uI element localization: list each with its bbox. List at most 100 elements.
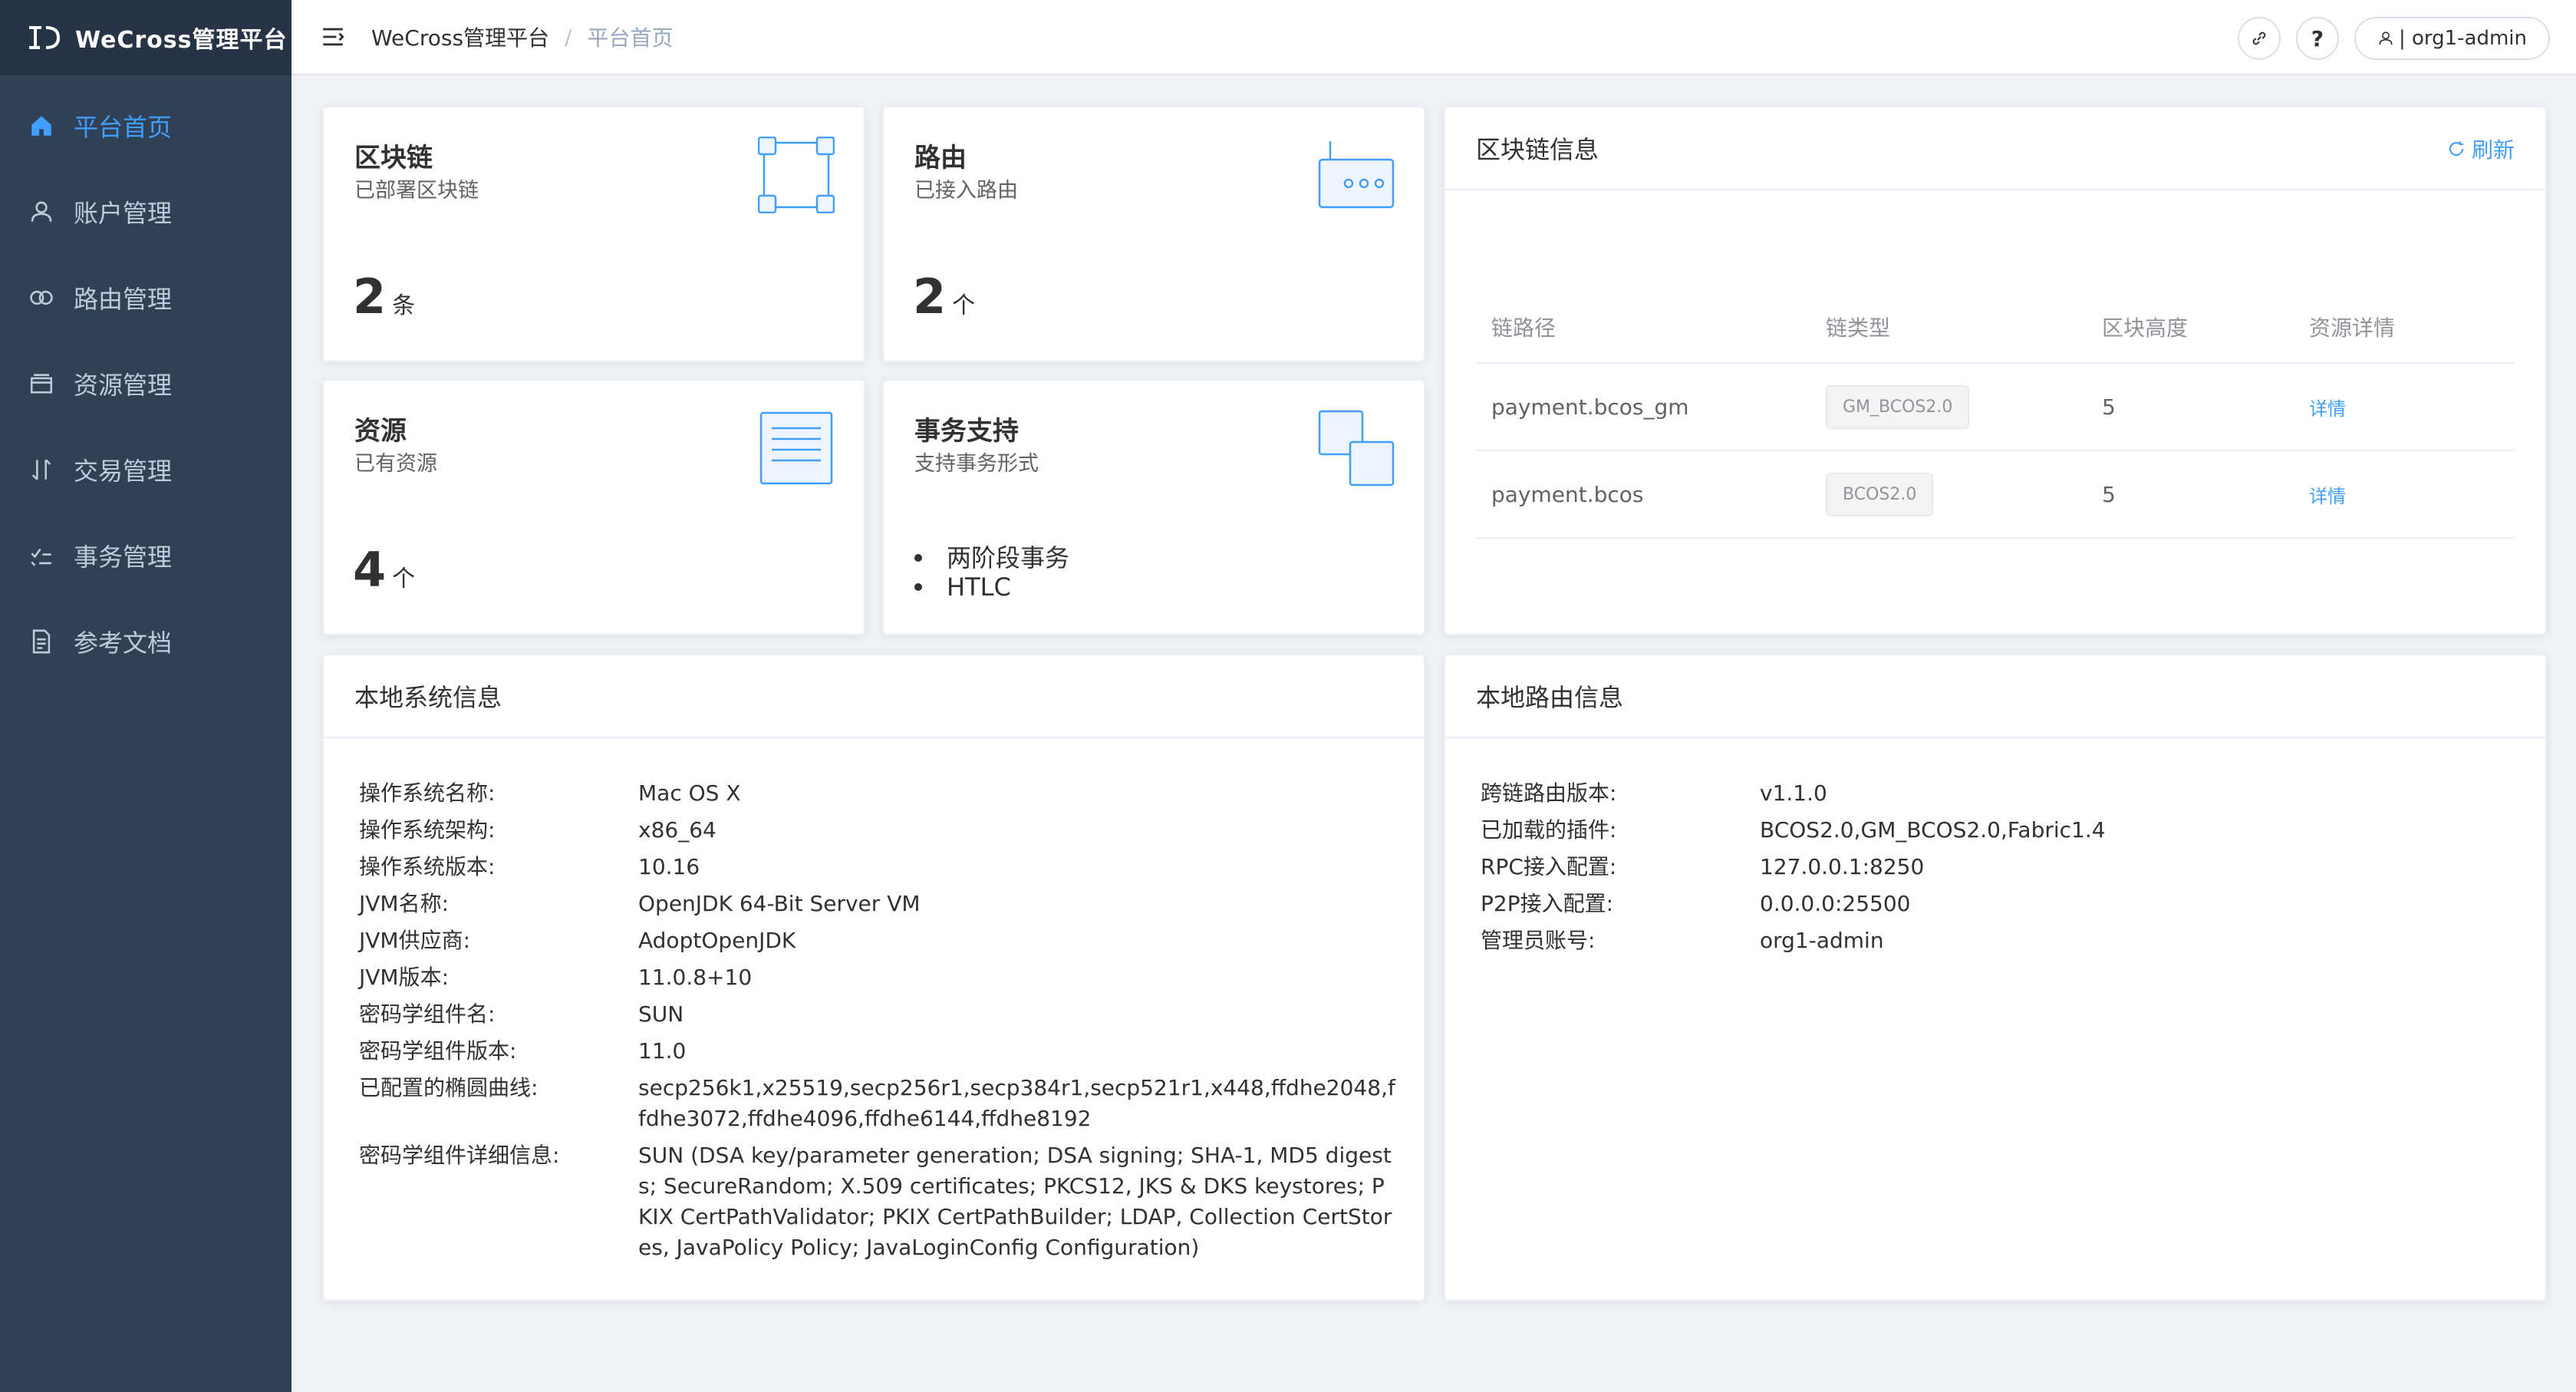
info-key: 跨链路由版本: [1481, 780, 1617, 806]
info-key: P2P接入配置: [1481, 891, 1614, 916]
chain-type-tag: BCOS2.0 [1826, 472, 1934, 516]
breadcrumb-home[interactable]: WeCross管理平台 [371, 21, 549, 52]
sidebar-item-home[interactable]: 平台首页 [0, 83, 292, 169]
info-row: 操作系统版本: 10.16 [359, 852, 1398, 882]
header-actions: ? | org1-admin [2222, 17, 2550, 60]
transaction-types-list: 两阶段事务 HTLC [914, 543, 1069, 602]
card-subtitle: 支持事务形式 [914, 452, 1039, 476]
column-header: 链类型 [1826, 315, 1891, 341]
info-row: P2P接入配置: 0.0.0.0:25500 [1481, 889, 2519, 919]
system-info-list: 操作系统名称: Mac OS X 操作系统架构: x86_64 操作系统版本: 10.… [359, 778, 1398, 1269]
resource-document-icon [759, 411, 833, 485]
info-value: 10.16 [638, 854, 700, 879]
column-header: 链路径 [1491, 315, 1556, 341]
panel-title: 区块链信息 [1476, 135, 1599, 164]
info-value: OpenJDK 64-Bit Server VM [638, 891, 921, 916]
info-value: SUN (DSA key/parameter generation; DSA s… [638, 1143, 1392, 1260]
info-key: 操作系统架构: [359, 817, 496, 843]
stat-unit: 个 [392, 566, 416, 592]
info-value: 11.0.8+10 [638, 965, 753, 990]
sidebar-item-resources[interactable]: 资源管理 [0, 341, 292, 427]
info-key: 已加载的插件: [1481, 817, 1617, 843]
card-subtitle: 已有资源 [354, 452, 437, 476]
info-key: 密码学组件详细信息: [359, 1143, 560, 1168]
router-device-icon [1318, 141, 1395, 209]
info-value: 127.0.0.1:8250 [1760, 854, 1925, 879]
info-value: Mac OS X [638, 780, 741, 806]
info-key: 管理员账号: [1481, 928, 1596, 953]
sidebar: WeCross管理平台 平台首页 账户管理 路由管理 资源管理 交易管理 事务管… [0, 0, 292, 1392]
app-name: WeCross管理平台 [75, 27, 288, 54]
info-value: SUN [638, 1001, 684, 1027]
info-row: 已加载的插件: BCOS2.0,GM_BCOS2.0,Fabric1.4 [1481, 815, 2519, 846]
sidebar-item-label: 账户管理 [74, 199, 173, 228]
info-value: 0.0.0.0:25500 [1760, 891, 1911, 916]
info-value: org1-admin [1760, 928, 1884, 953]
chain-path: payment.bcos [1491, 481, 1644, 507]
details-link[interactable]: 详情 [2309, 486, 2346, 507]
blockchain-icon [758, 137, 835, 213]
refresh-label: 刷新 [2471, 137, 2515, 163]
panel-title: 本地系统信息 [354, 683, 502, 712]
sidebar-item-transactions[interactable]: 交易管理 [0, 427, 292, 513]
info-row: RPC接入配置: 127.0.0.1:8250 [1481, 852, 2519, 882]
routers-stat-card: 路由 已接入路由 2 个 [882, 106, 1425, 362]
stat-unit: 个 [952, 292, 976, 319]
help-button[interactable]: ? [2295, 17, 2339, 60]
info-row: 跨链路由版本: v1.1.0 [1481, 778, 2519, 809]
table-row: payment.bcos_gm GM_BCOS2.0 5 详情 [1476, 364, 2515, 451]
resource-count: 4 个 [353, 542, 415, 598]
panel-header: 本地路由信息 [1445, 655, 2545, 738]
sidebar-item-docs[interactable]: 参考文档 [0, 599, 292, 684]
info-value: secp256k1,x25519,secp256r1,secp384r1,sec… [638, 1075, 1395, 1131]
router-count: 2 个 [913, 269, 975, 325]
sidebar-toggle-icon[interactable] [318, 21, 348, 52]
card-subtitle: 已部署区块链 [354, 179, 479, 203]
user-menu-button[interactable]: | org1-admin [2354, 17, 2550, 60]
breadcrumb-separator: / [565, 24, 572, 50]
refresh-button[interactable]: 刷新 [2447, 134, 2515, 164]
sidebar-item-accounts[interactable]: 账户管理 [0, 169, 292, 255]
home-icon [28, 112, 55, 140]
panel-header: 区块链信息 刷新 [1445, 107, 2545, 190]
refresh-icon [2449, 141, 2463, 156]
list-item: 两阶段事务 [914, 543, 1069, 572]
app-logo[interactable]: WeCross管理平台 [0, 0, 292, 75]
details-link[interactable]: 详情 [2309, 398, 2346, 420]
card-title: 路由 [914, 143, 967, 173]
router-icon [28, 284, 55, 312]
info-value: x86_64 [638, 817, 716, 843]
info-row: 密码学组件名: SUN [359, 999, 1398, 1030]
help-icon: ? [2311, 25, 2324, 51]
stat-unit: 条 [392, 292, 416, 319]
sidebar-item-label: 平台首页 [74, 113, 173, 142]
resources-stat-card: 资源 已有资源 4 个 [322, 379, 865, 635]
info-key: 操作系统版本: [359, 854, 496, 879]
sidebar-item-label: 参考文档 [74, 628, 173, 658]
user-icon [2379, 31, 2393, 45]
chain-table: 链路径 链类型 区块高度 资源详情 payment.bcos_gm GM_BCO… [1476, 292, 2515, 674]
card-title: 资源 [354, 416, 407, 447]
sidebar-menu: 平台首页 账户管理 路由管理 资源管理 交易管理 事务管理 参考文档 [0, 75, 292, 684]
link-button[interactable] [2237, 17, 2281, 60]
stat-number: 2 [353, 269, 387, 325]
info-value: v1.1.0 [1760, 780, 1827, 806]
sidebar-item-routers[interactable]: 路由管理 [0, 255, 292, 341]
link-icon [2252, 31, 2266, 45]
sidebar-item-xa[interactable]: 事务管理 [0, 513, 292, 599]
info-key: 已配置的椭圆曲线: [359, 1075, 539, 1100]
card-title: 区块链 [354, 143, 433, 173]
info-key: RPC接入配置: [1481, 854, 1617, 879]
info-key: JVM名称: [359, 891, 450, 916]
info-row: JVM名称: OpenJDK 64-Bit Server VM [359, 889, 1398, 919]
panel-title: 本地路由信息 [1476, 683, 1624, 712]
system-info-panel: 本地系统信息 操作系统名称: Mac OS X 操作系统架构: x86_64 操作系… [322, 654, 1425, 1301]
router-info-list: 跨链路由版本: v1.1.0 已加载的插件: BCOS2.0,GM_BCOS2.0,… [1481, 778, 2519, 962]
sidebar-item-label: 资源管理 [74, 371, 173, 400]
info-key: JVM供应商: [359, 928, 471, 953]
app-root: WeCross管理平台 平台首页 账户管理 路由管理 资源管理 交易管理 事务管… [0, 0, 2576, 1392]
info-key: 操作系统名称: [359, 780, 496, 806]
info-key: JVM版本: [359, 965, 450, 990]
chain-info-panel: 区块链信息 刷新 链路径 链类型 区块高度 资源详情 payment.bcos_… [1444, 106, 2547, 674]
info-row: 操作系统架构: x86_64 [359, 815, 1398, 846]
